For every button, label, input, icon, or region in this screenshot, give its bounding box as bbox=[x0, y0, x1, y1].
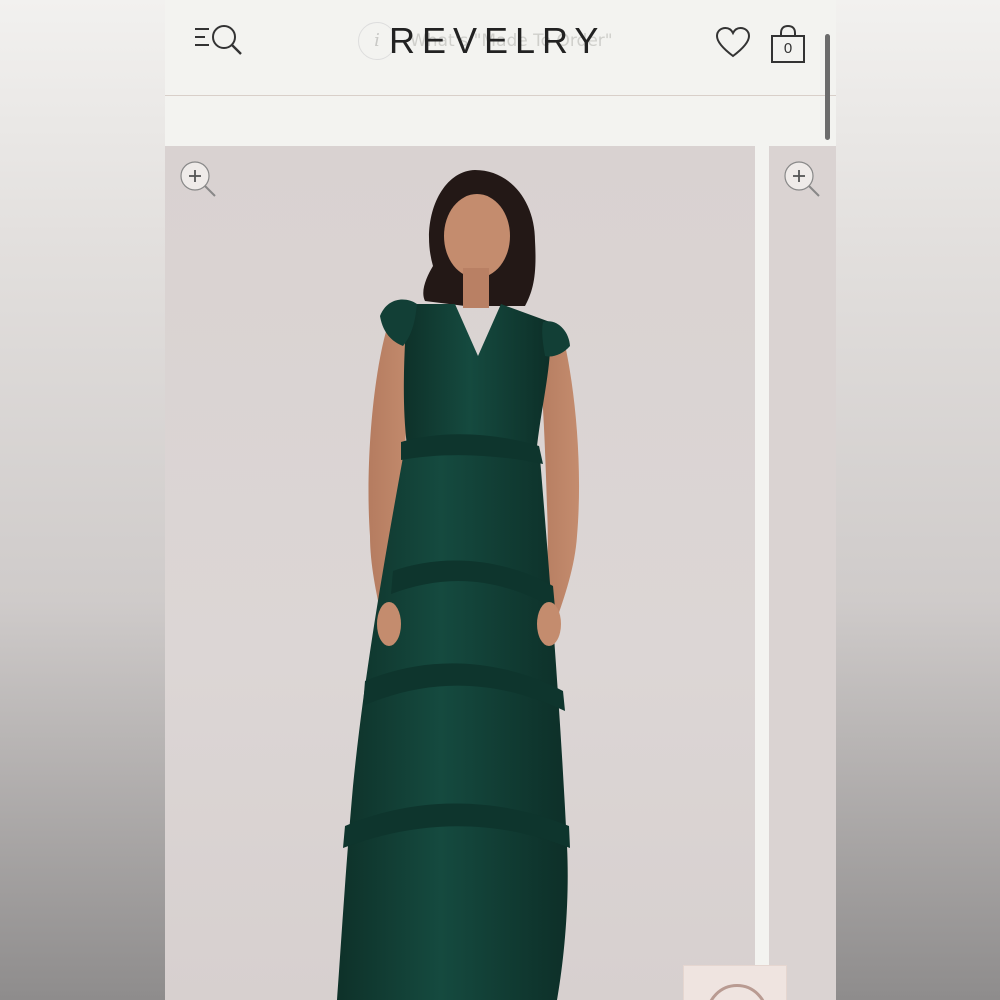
product-image[interactable] bbox=[165, 146, 755, 1000]
next-product-image[interactable] bbox=[769, 146, 836, 1000]
heart-icon[interactable] bbox=[715, 25, 751, 61]
color-swatch-thumbnail[interactable] bbox=[683, 965, 787, 1000]
left-backdrop bbox=[0, 0, 165, 1000]
brand-logo[interactable]: REVELRY bbox=[389, 20, 605, 62]
zoom-in-icon[interactable] bbox=[783, 160, 823, 200]
menu-search-icon[interactable] bbox=[193, 20, 249, 60]
cart-count: 0 bbox=[783, 40, 793, 57]
phone-screen: i What's "Made To Order" REVELRY 0 bbox=[165, 0, 836, 1000]
model-in-dress-image bbox=[337, 170, 580, 1000]
shopping-bag-icon[interactable]: 0 bbox=[770, 24, 806, 66]
site-header: i What's "Made To Order" REVELRY 0 bbox=[165, 0, 836, 96]
right-backdrop bbox=[836, 0, 1000, 1000]
zoom-in-icon[interactable] bbox=[179, 160, 219, 200]
swatch-ring bbox=[706, 984, 768, 1000]
scrollbar[interactable] bbox=[825, 34, 830, 140]
